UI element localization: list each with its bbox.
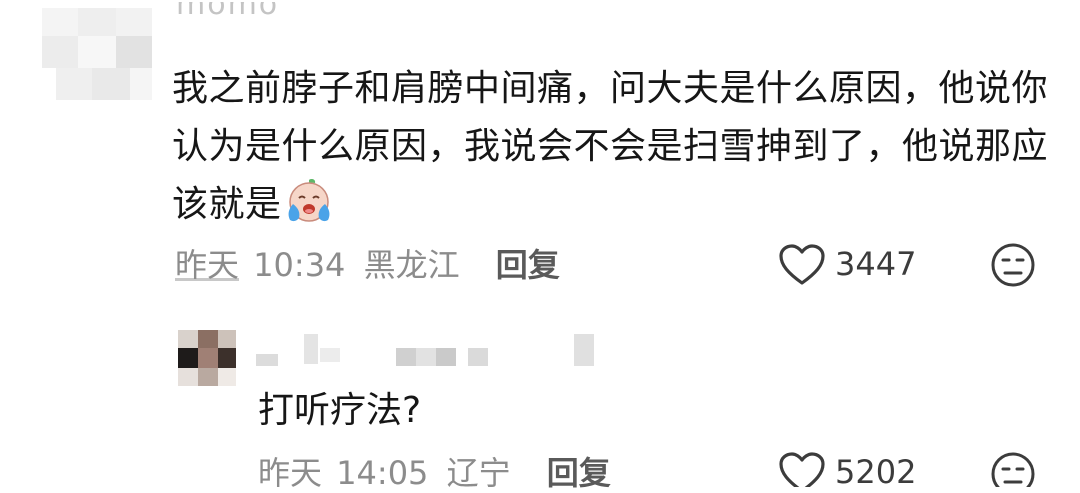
dislike-face-icon[interactable]	[990, 242, 1036, 288]
reply-button[interactable]: 回复	[547, 454, 611, 492]
comment-meta: 昨天 10:34 黑龙江 回复	[175, 245, 560, 285]
comment-time: 14:05	[336, 454, 429, 492]
like-count: 3447	[835, 245, 917, 283]
avatar[interactable]	[42, 8, 152, 100]
like-count: 5202	[835, 453, 917, 491]
comment-username[interactable]: momo	[176, 2, 286, 36]
comment-text: 我之前脖子和肩膀中间痛，问大夫是什么原因，他说你认为是什么原因，我说会不会是扫雪…	[172, 60, 1052, 234]
comment-location: 辽宁	[446, 454, 511, 492]
comment-meta: 昨天 14:05 辽宁 回复	[258, 453, 611, 493]
heart-icon[interactable]	[778, 451, 826, 487]
comment-time: 10:34	[253, 246, 346, 284]
avatar[interactable]	[178, 330, 236, 386]
dislike-face-icon[interactable]	[990, 451, 1036, 487]
crying-face-emoji	[284, 178, 334, 224]
comment-date: 昨天	[175, 246, 240, 284]
comment-date: 昨天	[258, 454, 323, 492]
reply-button[interactable]: 回复	[496, 246, 560, 284]
comment-text: 打听疗法?	[258, 390, 422, 431]
heart-icon[interactable]	[778, 243, 826, 287]
comment-location: 黑龙江	[363, 246, 460, 284]
comment-username[interactable]	[256, 330, 596, 370]
